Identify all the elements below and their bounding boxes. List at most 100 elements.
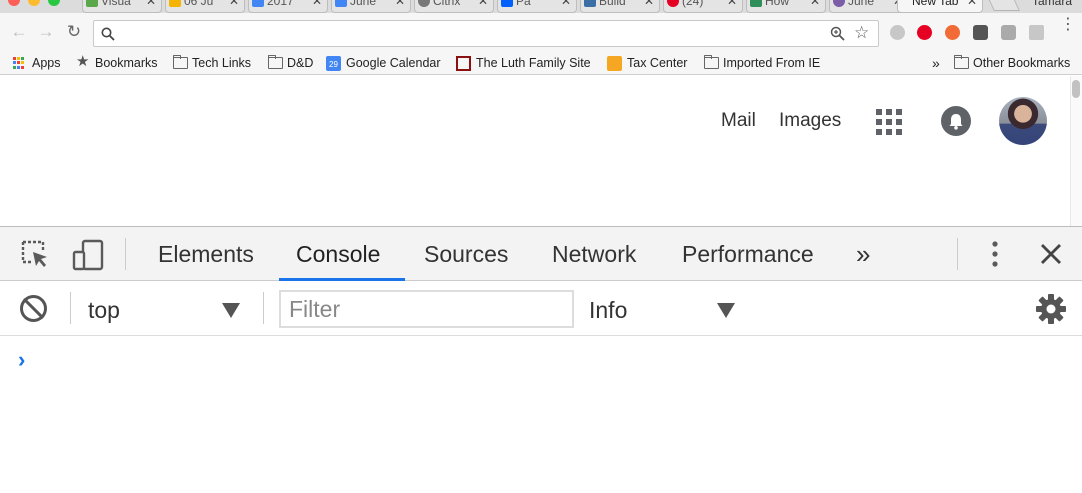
close-tab-icon[interactable]: ✕ <box>561 0 571 8</box>
tab-performance[interactable]: Performance <box>682 239 814 269</box>
browser-tab[interactable]: Pa ✕ <box>497 0 577 13</box>
close-tab-icon[interactable]: ✕ <box>810 0 820 8</box>
bookmark-dnd[interactable]: D&D <box>268 55 313 72</box>
extension-icon[interactable] <box>945 25 960 40</box>
mail-link[interactable]: Mail <box>721 110 756 132</box>
tab-label: New Tab <box>912 0 959 8</box>
close-tab-icon[interactable]: ✕ <box>146 0 156 8</box>
tab-sources[interactable]: Sources <box>424 239 508 269</box>
browser-toolbar: ← → ↻ ☆ ⋮ <box>0 13 1082 52</box>
tab-label: Build <box>599 0 626 8</box>
bookmarks-bar: Apps ★ Bookmarks Tech Links D&D 29 Googl… <box>0 52 1082 75</box>
apps-icon <box>13 57 28 69</box>
close-tab-icon[interactable]: ✕ <box>967 0 977 8</box>
extension-icon[interactable] <box>890 25 905 40</box>
chevron-double-right-icon: » <box>932 55 940 71</box>
star-bookmark-icon[interactable]: ☆ <box>854 24 869 42</box>
tab-favicon-icon <box>169 0 181 7</box>
tab-favicon-icon <box>501 0 513 7</box>
toolbar-divider <box>125 238 126 270</box>
browser-tab[interactable]: Visua ✕ <box>82 0 162 13</box>
clear-console-icon[interactable] <box>20 295 47 322</box>
tab-label: June <box>350 0 377 8</box>
close-tab-icon[interactable]: ✕ <box>229 0 239 8</box>
toolbar-divider <box>70 292 71 324</box>
console-toolbar: top Info <box>0 282 1082 336</box>
bookmark-imported-from-ie[interactable]: Imported From IE <box>704 55 820 72</box>
bookmark-label: Google Calendar <box>346 56 441 70</box>
console-prompt-chevron-icon[interactable]: › <box>18 349 25 371</box>
close-tab-icon[interactable]: ✕ <box>478 0 488 8</box>
address-bar[interactable]: ☆ <box>93 20 879 47</box>
filter-input[interactable] <box>279 290 574 328</box>
bookmark-google-calendar[interactable]: 29 Google Calendar <box>326 55 441 72</box>
chevron-down-icon[interactable] <box>717 303 735 318</box>
zoom-icon[interactable] <box>830 26 845 41</box>
extension-icon[interactable] <box>1029 25 1044 40</box>
arrow-left-icon[interactable]: ← <box>10 23 28 41</box>
bookmark-bookmarks[interactable]: ★ Bookmarks <box>76 54 158 72</box>
browser-tab[interactable]: 2017 ✕ <box>248 0 328 13</box>
bookmark-apps[interactable]: Apps <box>13 55 61 72</box>
other-bookmarks[interactable]: Other Bookmarks <box>954 55 1070 72</box>
close-tab-icon[interactable]: ✕ <box>644 0 654 8</box>
device-toolbar-icon[interactable] <box>72 239 104 271</box>
browser-menu-icon[interactable]: ⋮ <box>1060 17 1076 33</box>
context-value: top <box>88 297 120 323</box>
scrollbar-thumb[interactable] <box>1072 80 1080 98</box>
arrow-right-icon[interactable]: → <box>37 23 55 41</box>
tab-label: Visua <box>101 0 131 8</box>
extension-icon[interactable] <box>1001 25 1016 40</box>
more-tabs-chevron-icon[interactable]: » <box>856 239 870 269</box>
page-scrollbar[interactable] <box>1070 76 1082 226</box>
search-icon <box>101 27 115 41</box>
browser-tab-active[interactable]: New Tab ✕ <box>897 0 983 13</box>
tab-label: June <box>848 0 875 8</box>
close-devtools-icon[interactable] <box>1040 243 1062 265</box>
browser-tab[interactable]: Build ✕ <box>580 0 660 13</box>
tab-network[interactable]: Network <box>552 239 636 269</box>
bookmark-tech-links[interactable]: Tech Links <box>173 55 251 72</box>
tab-label: How <box>765 0 790 8</box>
new-tab-button[interactable] <box>986 0 1020 11</box>
chevron-down-icon[interactable] <box>222 303 240 318</box>
bookmark-label: Imported From IE <box>723 56 821 70</box>
browser-tab[interactable]: 06 Ju ✕ <box>165 0 245 13</box>
bookmarks-overflow-button[interactable]: » <box>932 55 940 72</box>
account-avatar[interactable] <box>999 97 1047 145</box>
tab-favicon-icon <box>750 0 762 7</box>
notifications-bell-icon[interactable] <box>941 106 971 136</box>
google-apps-icon[interactable] <box>876 109 902 135</box>
browser-tab[interactable]: Citrix ✕ <box>414 0 494 13</box>
customize-menu-icon[interactable] <box>989 239 1001 269</box>
images-link[interactable]: Images <box>779 110 841 132</box>
minimize-window-icon[interactable] <box>28 0 40 6</box>
browser-tab[interactable]: How ✕ <box>746 0 826 13</box>
tab-favicon-icon <box>252 0 264 7</box>
profile-name[interactable]: Tamara <box>1032 0 1072 8</box>
toolbar-divider <box>957 238 958 270</box>
maximize-window-icon[interactable] <box>48 0 60 6</box>
pinterest-extension-icon[interactable] <box>917 25 932 40</box>
tab-favicon-icon <box>335 0 347 7</box>
tab-console[interactable]: Console <box>296 239 380 269</box>
folder-icon <box>268 55 283 69</box>
bookmark-label: Tax Center <box>627 56 688 70</box>
gear-icon[interactable] <box>1035 293 1067 325</box>
devtools-panel: Elements Console Sources Network Perform… <box>0 226 1082 493</box>
close-tab-icon[interactable]: ✕ <box>312 0 322 8</box>
tab-elements[interactable]: Elements <box>158 239 254 269</box>
log-level-value: Info <box>589 297 628 323</box>
inspect-element-icon[interactable] <box>20 239 50 269</box>
close-window-icon[interactable] <box>8 0 20 6</box>
browser-tab[interactable]: June ✕ <box>331 0 411 13</box>
reload-icon[interactable]: ↻ <box>65 23 83 41</box>
close-tab-icon[interactable]: ✕ <box>727 0 737 8</box>
close-tab-icon[interactable]: ✕ <box>395 0 405 8</box>
bookmark-tax-center[interactable]: Tax Center <box>607 55 687 72</box>
devtools-tabbar: Elements Console Sources Network Perform… <box>0 227 1082 281</box>
bookmark-label: Apps <box>32 56 61 70</box>
bookmark-luth-family-site[interactable]: The Luth Family Site <box>456 55 591 72</box>
evernote-extension-icon[interactable] <box>973 25 988 40</box>
browser-tab[interactable]: (24) ✕ <box>663 0 743 13</box>
